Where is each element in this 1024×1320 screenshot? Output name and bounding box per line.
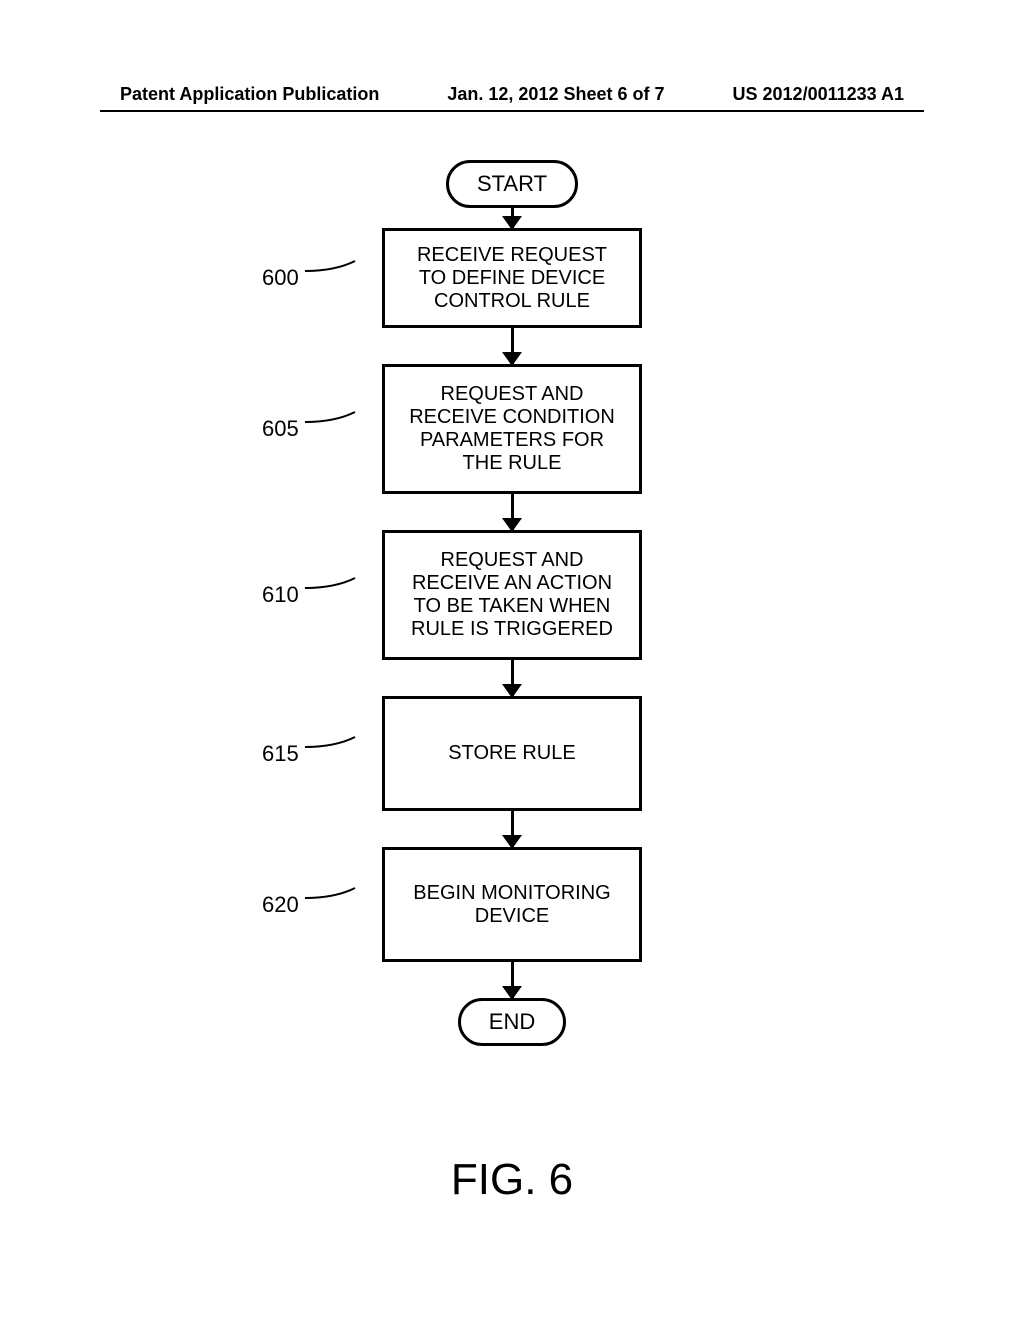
step-600-box: RECEIVE REQUEST TO DEFINE DEVICE CONTROL…	[382, 228, 642, 328]
flowchart: START 600 RECEIVE REQUEST TO DEFINE DEVI…	[0, 160, 1024, 1046]
end-label: END	[489, 1009, 535, 1034]
figure-label-text: FIG. 6	[451, 1155, 573, 1204]
step-620-row: 620 BEGIN MONITORING DEVICE	[382, 847, 642, 962]
label-connector	[305, 583, 360, 607]
header-right: US 2012/0011233 A1	[733, 84, 904, 105]
label-connector	[305, 893, 360, 917]
arrow	[511, 494, 514, 530]
arrow	[511, 660, 514, 696]
step-610-box: REQUEST AND RECEIVE AN ACTION TO BE TAKE…	[382, 530, 642, 660]
step-number: 600	[262, 265, 299, 291]
arrow	[511, 962, 514, 998]
figure-label: FIG. 6	[0, 1155, 1024, 1205]
header-divider	[100, 110, 924, 112]
step-605-row: 605 REQUEST AND RECEIVE CONDITION PARAME…	[382, 364, 642, 494]
step-605-box: REQUEST AND RECEIVE CONDITION PARAMETERS…	[382, 364, 642, 494]
step-620-label: 620	[262, 892, 360, 918]
step-610-row: 610 REQUEST AND RECEIVE AN ACTION TO BE …	[382, 530, 642, 660]
arrow	[511, 811, 514, 847]
arrow	[511, 208, 514, 228]
step-number: 620	[262, 892, 299, 918]
step-600-label: 600	[262, 265, 360, 291]
step-620-box: BEGIN MONITORING DEVICE	[382, 847, 642, 962]
step-number: 605	[262, 416, 299, 442]
step-600-row: 600 RECEIVE REQUEST TO DEFINE DEVICE CON…	[382, 228, 642, 328]
page-header: Patent Application Publication Jan. 12, …	[0, 84, 1024, 105]
step-number: 615	[262, 741, 299, 767]
arrow	[511, 328, 514, 364]
step-615-row: 615 STORE RULE	[382, 696, 642, 811]
start-terminator: START	[446, 160, 578, 208]
step-610-label: 610	[262, 582, 360, 608]
step-text: REQUEST AND RECEIVE AN ACTION TO BE TAKE…	[401, 549, 623, 641]
step-605-label: 605	[262, 416, 360, 442]
step-text: BEGIN MONITORING DEVICE	[401, 882, 623, 928]
step-text: RECEIVE REQUEST TO DEFINE DEVICE CONTROL…	[401, 244, 623, 313]
label-connector	[305, 266, 360, 290]
start-label: START	[477, 171, 547, 196]
header-left: Patent Application Publication	[120, 84, 379, 105]
step-text: REQUEST AND RECEIVE CONDITION PARAMETERS…	[401, 383, 623, 475]
step-text: STORE RULE	[448, 742, 575, 765]
header-center: Jan. 12, 2012 Sheet 6 of 7	[447, 84, 664, 105]
end-terminator: END	[458, 998, 566, 1046]
step-615-label: 615	[262, 741, 360, 767]
step-615-box: STORE RULE	[382, 696, 642, 811]
label-connector	[305, 417, 360, 441]
label-connector	[305, 742, 360, 766]
step-number: 610	[262, 582, 299, 608]
